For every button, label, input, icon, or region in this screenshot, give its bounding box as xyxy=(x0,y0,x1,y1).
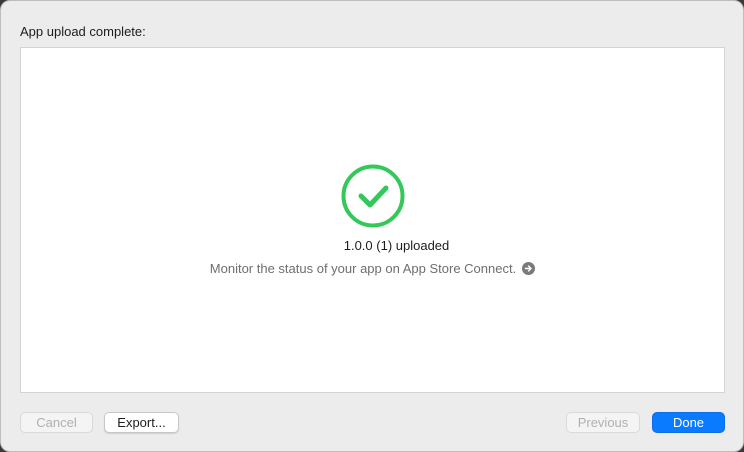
monitor-status-text: Monitor the status of your app on App St… xyxy=(209,261,517,276)
status-panel: 1.0.0 (1) uploaded Monitor the status of… xyxy=(20,47,725,393)
go-arrow-icon[interactable] xyxy=(522,262,536,275)
checkmark-circle-icon xyxy=(341,164,405,228)
dialog-title: App upload complete: xyxy=(20,24,146,39)
previous-button[interactable]: Previous xyxy=(566,412,640,433)
done-button[interactable]: Done xyxy=(652,412,725,433)
export-button[interactable]: Export... xyxy=(104,412,179,433)
monitor-status-row: Monitor the status of your app on App St… xyxy=(21,261,724,276)
upload-dialog: App upload complete: 1.0.0 (1) uploaded … xyxy=(0,0,744,452)
cancel-button[interactable]: Cancel xyxy=(20,412,93,433)
uploaded-version-text: 1.0.0 (1) uploaded xyxy=(343,238,450,253)
